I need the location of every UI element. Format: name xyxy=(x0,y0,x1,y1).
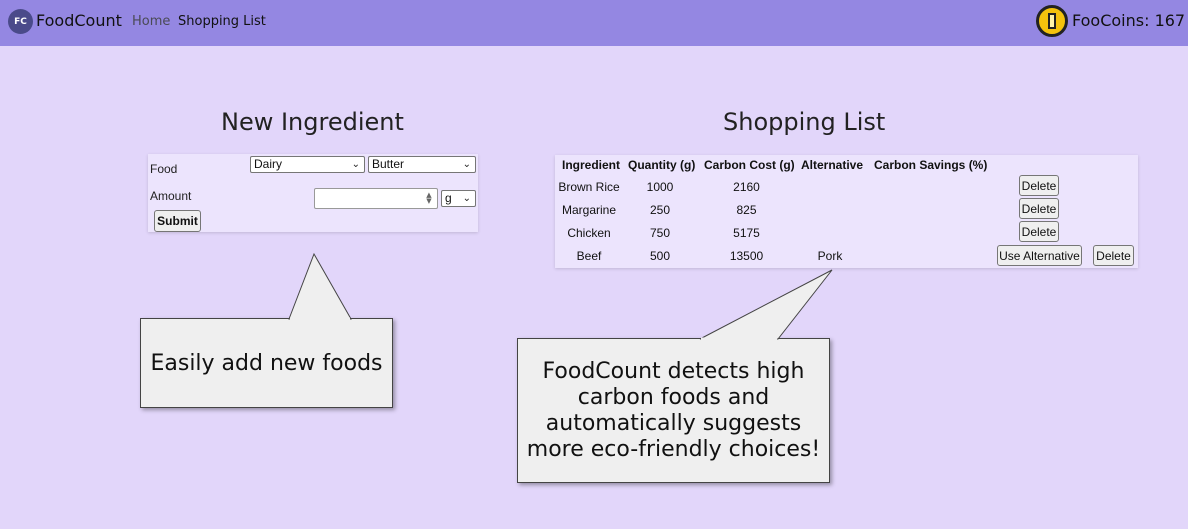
callout-add-foods: Easily add new foods xyxy=(140,318,393,408)
column-header-quantity: Quantity (g) xyxy=(628,158,696,172)
callout-add-text: Easily add new foods xyxy=(150,350,383,376)
new-ingredient-form: Food Dairy ⌄ Butter ⌄ Amount ▲ ▼ g ⌄ Subm… xyxy=(148,154,478,232)
nav-link-home[interactable]: Home xyxy=(132,14,170,29)
cell-ingredient: Beef xyxy=(576,249,602,263)
column-header-carbon-cost: Carbon Cost (g) xyxy=(704,158,795,172)
delete-button[interactable]: Delete xyxy=(1093,245,1134,266)
number-spinner-icon[interactable]: ▲ ▼ xyxy=(424,192,434,205)
cell-carbon-cost: 825 xyxy=(736,203,757,217)
delete-button[interactable]: Delete xyxy=(1019,175,1059,196)
cell-quantity: 250 xyxy=(649,203,671,217)
cell-quantity: 750 xyxy=(649,226,671,240)
cell-quantity: 1000 xyxy=(646,180,674,194)
food-item-select[interactable]: Butter ⌄ xyxy=(368,156,476,173)
brand-name[interactable]: FoodCount xyxy=(36,11,122,30)
foocoins-balance: FooCoins: 167 xyxy=(1072,11,1186,30)
submit-button[interactable]: Submit xyxy=(154,210,201,232)
use-alternative-button[interactable]: Use Alternative xyxy=(997,245,1082,266)
shopping-list-table: Ingredient Quantity (g) Carbon Cost (g) … xyxy=(555,155,1138,268)
callout-eco-suggestions: FoodCount detects high carbon foods and … xyxy=(517,338,830,483)
chevron-down-icon: ⌄ xyxy=(351,159,360,170)
navbar: FC FoodCount Home Shopping List FooCoins… xyxy=(0,0,1188,46)
coin-icon xyxy=(1036,5,1068,37)
food-label: Food xyxy=(150,162,178,176)
nav-link-shopping-list[interactable]: Shopping List xyxy=(178,14,266,29)
cell-carbon-cost: 5175 xyxy=(733,226,760,240)
cell-ingredient: Brown Rice xyxy=(558,180,620,194)
food-item-value: Butter xyxy=(372,157,405,171)
column-header-carbon-savings: Carbon Savings (%) xyxy=(874,158,988,172)
unit-select[interactable]: g ⌄ xyxy=(441,190,476,207)
new-ingredient-title: New Ingredient xyxy=(221,108,404,136)
cell-quantity: 500 xyxy=(649,249,671,263)
shopping-list-title: Shopping List xyxy=(723,108,886,136)
cell-ingredient: Chicken xyxy=(567,226,611,240)
unit-value: g xyxy=(445,191,452,205)
amount-input[interactable]: ▲ ▼ xyxy=(314,188,438,209)
cell-ingredient: Margarine xyxy=(561,203,617,217)
chevron-down-icon: ⌄ xyxy=(462,193,471,204)
food-category-select[interactable]: Dairy ⌄ xyxy=(250,156,365,173)
delete-button[interactable]: Delete xyxy=(1019,221,1059,242)
cell-alternative: Pork xyxy=(817,249,843,263)
amount-label: Amount xyxy=(150,189,192,203)
column-header-alternative: Alternative xyxy=(801,158,864,172)
chevron-down-icon: ⌄ xyxy=(462,159,471,170)
foodcount-logo-icon[interactable]: FC xyxy=(8,9,33,34)
cell-carbon-cost: 13500 xyxy=(729,249,764,263)
column-header-ingredient: Ingredient xyxy=(562,158,621,172)
food-category-value: Dairy xyxy=(254,157,283,171)
callout-detect-tail xyxy=(699,269,833,340)
cell-carbon-cost: 2160 xyxy=(733,180,760,194)
delete-button[interactable]: Delete xyxy=(1019,198,1059,219)
callout-detect-text: FoodCount detects high carbon foods and … xyxy=(526,358,821,462)
callout-add-tail xyxy=(288,252,352,320)
